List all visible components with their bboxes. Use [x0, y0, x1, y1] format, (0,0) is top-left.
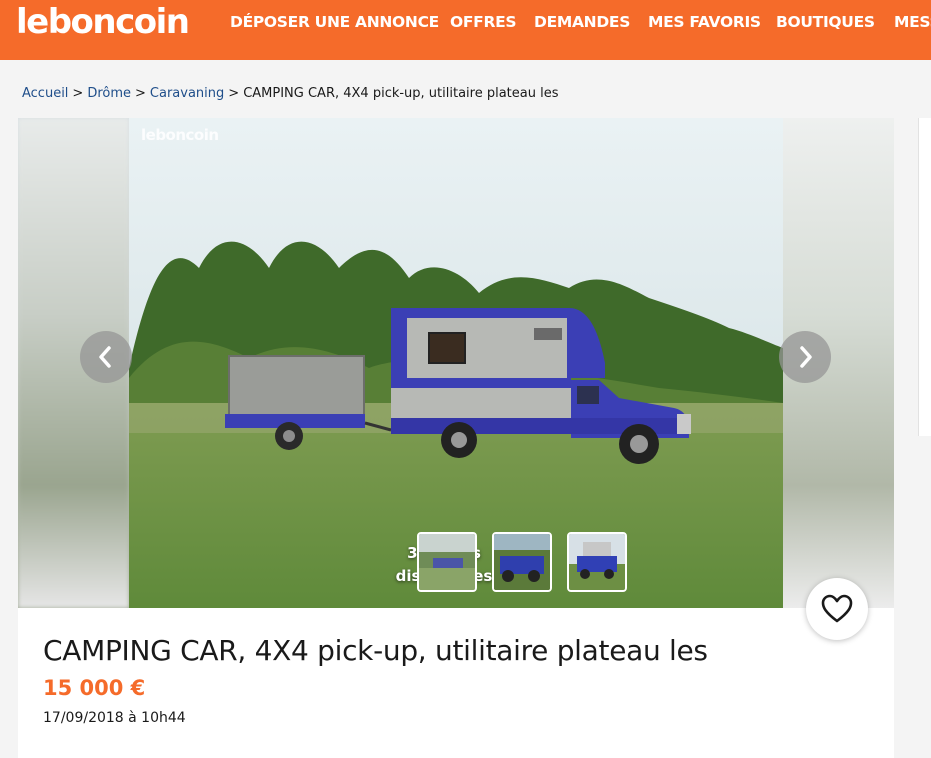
breadcrumb-separator: >	[135, 86, 146, 101]
photo-gallery: leboncoin 3 photos disponibles	[18, 118, 894, 608]
side-panel-edge	[918, 118, 931, 436]
heart-icon	[821, 594, 853, 623]
add-to-favorites-button[interactable]	[806, 578, 868, 640]
chevron-right-icon	[800, 346, 812, 368]
listing-info-card: CAMPING CAR, 4X4 pick-up, utilitaire pla…	[18, 608, 894, 758]
thumbnail-3[interactable]	[567, 532, 627, 592]
breadcrumb-drome[interactable]: Drôme	[87, 86, 131, 101]
breadcrumb: Accueil > Drôme > Caravaning > CAMPING CAR, 4X…	[22, 86, 559, 101]
listing-date: 17/09/2018 à 10h44	[43, 710, 186, 726]
nav-mes-favoris[interactable]: MES FAVORIS	[648, 13, 761, 31]
breadcrumb-current: CAMPING CAR, 4X4 pick-up, utilitaire pla…	[243, 86, 559, 101]
nav-messages[interactable]: MESS	[894, 13, 931, 31]
breadcrumb-caravaning[interactable]: Caravaning	[150, 86, 224, 101]
site-header: leboncoin DÉPOSER UNE ANNONCE OFFRES DEM…	[0, 0, 931, 60]
breadcrumb-accueil[interactable]: Accueil	[22, 86, 68, 101]
listing-price: 15 000 €	[43, 676, 146, 700]
listing-title: CAMPING CAR, 4X4 pick-up, utilitaire pla…	[43, 634, 708, 667]
breadcrumb-separator: >	[72, 86, 84, 101]
site-logo[interactable]: leboncoin	[16, 2, 190, 42]
nav-demandes[interactable]: DEMANDES	[534, 13, 630, 31]
main-photo[interactable]: leboncoin 3 photos disponibles	[129, 118, 783, 608]
breadcrumb-separator: >	[228, 86, 240, 101]
thumbnail-2[interactable]	[492, 532, 552, 592]
next-photo-button[interactable]	[779, 331, 831, 383]
nav-offres[interactable]: OFFRES	[450, 13, 517, 31]
nav-boutiques[interactable]: BOUTIQUES	[776, 13, 875, 31]
previous-photo-button[interactable]	[80, 331, 132, 383]
photo-watermark: leboncoin	[141, 126, 219, 144]
thumbnail-2-image	[494, 534, 550, 590]
chevron-left-icon	[99, 346, 111, 368]
thumbnail-1[interactable]	[417, 532, 477, 592]
thumbnail-1-image	[419, 534, 475, 590]
nav-deposer-annonce[interactable]: DÉPOSER UNE ANNONCE	[230, 13, 439, 31]
thumbnail-3-image	[569, 534, 625, 590]
